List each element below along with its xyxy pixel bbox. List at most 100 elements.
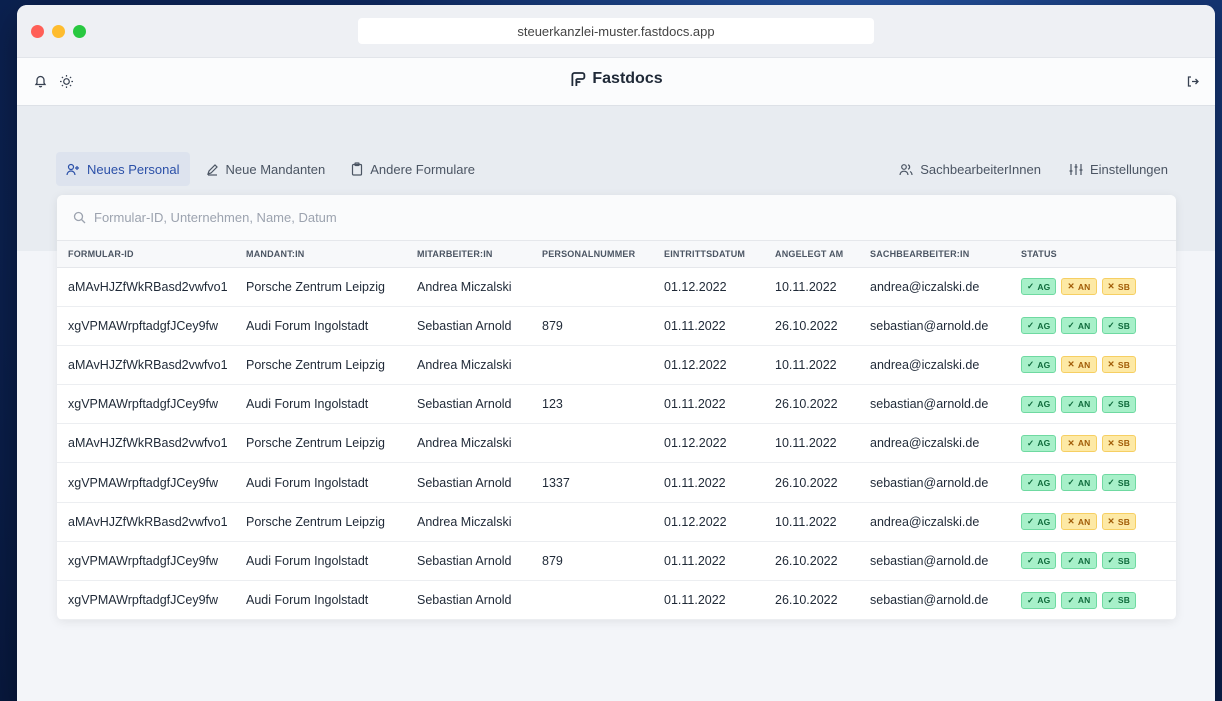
table-row[interactable]: xgVPMAWrpftadgfJCey9fw Audi Forum Ingolst…: [57, 384, 1176, 425]
address-bar[interactable]: steuerkanzlei-muster.fastdocs.app: [358, 18, 874, 44]
sachbearbeiter-cell: sebastian@arnold.de: [870, 580, 1021, 620]
column-header[interactable]: EINTRITTSDATUM: [664, 241, 775, 268]
tab-neue-mandanten[interactable]: Neue Mandanten: [196, 152, 336, 186]
status-badge-label: SB: [1117, 516, 1131, 527]
maximize-window-button[interactable]: [73, 25, 86, 38]
status-badge-sb: ✓ SB: [1101, 591, 1137, 609]
search-input[interactable]: [94, 210, 694, 225]
status-badges: ✓ AG ✕ AN ✕ SB: [1021, 434, 1176, 452]
column-header[interactable]: FORMULAR-ID: [57, 241, 246, 268]
status-badge-an: ✓ AN: [1061, 552, 1097, 570]
tab-sachbearbeiterinnen[interactable]: SachbearbeiterInnen: [889, 152, 1051, 186]
personalnummer-cell: [542, 267, 664, 307]
column-header[interactable]: SACHBEARBEITER:IN: [870, 241, 1021, 268]
logout-icon[interactable]: [1183, 72, 1201, 90]
browser-window: steuerkanzlei-muster.fastdocs.app Fastdo…: [17, 5, 1215, 701]
check-icon: ✓: [1027, 398, 1035, 409]
table-row[interactable]: xgVPMAWrpftadgfJCey9fw Audi Forum Ingolst…: [57, 306, 1176, 346]
status-badge-label: AN: [1077, 399, 1091, 410]
status-badge-ag: ✓ AG: [1021, 395, 1057, 413]
status-badge-ag: ✓ AG: [1021, 591, 1057, 609]
personalnummer-cell: [542, 502, 664, 542]
personalnummer-cell: 879: [542, 306, 664, 346]
table-row[interactable]: xgVPMAWrpftadgfJCey9fw Audi Forum Ingolst…: [57, 462, 1176, 503]
eintrittsdatum-cell: 01.12.2022: [664, 423, 775, 464]
mandant-cell: Audi Forum Ingolstadt: [246, 306, 417, 346]
admin-links: SachbearbeiterInnen Einstellungen: [889, 152, 1178, 186]
angelegt-am-cell: 26.10.2022: [775, 580, 870, 620]
status-badge-label: SB: [1117, 320, 1131, 331]
personalnummer-cell: 1337: [542, 462, 664, 503]
brand[interactable]: Fastdocs: [569, 70, 663, 88]
tab-label: Neues Personal: [87, 161, 180, 177]
sachbearbeiter-cell: sebastian@arnold.de: [870, 384, 1021, 425]
status-badge-an: ✓ AN: [1061, 591, 1097, 609]
check-icon: ✓: [1107, 555, 1115, 566]
mitarbeiter-cell: Sebastian Arnold: [417, 462, 542, 503]
table-row[interactable]: aMAvHJZfWkRBasd2vwfvo1 Porsche Zentrum Le…: [57, 345, 1176, 386]
status-badges: ✓ AG ✓ AN ✓ SB: [1021, 474, 1176, 492]
status-badge-label: AN: [1077, 595, 1091, 606]
status-badge-label: SB: [1117, 281, 1131, 292]
tab-neues-personal[interactable]: Neues Personal: [56, 152, 190, 186]
close-window-button[interactable]: [31, 25, 44, 38]
column-header[interactable]: STATUS: [1021, 241, 1176, 268]
status-badges: ✓ AG ✓ AN ✓ SB: [1021, 591, 1176, 609]
x-icon: ✕: [1107, 516, 1115, 527]
check-icon: ✓: [1067, 477, 1075, 488]
check-icon: ✓: [1027, 516, 1035, 527]
status-cell: ✓ AG ✓ AN ✓ SB: [1021, 462, 1176, 503]
formular-id-cell: aMAvHJZfWkRBasd2vwfvo1: [57, 423, 246, 464]
eintrittsdatum-cell: 01.11.2022: [664, 306, 775, 346]
angelegt-am-cell: 10.11.2022: [775, 502, 870, 542]
search-icon: [73, 211, 86, 224]
status-cell: ✓ AG ✕ AN ✕ SB: [1021, 267, 1176, 307]
column-header[interactable]: ANGELEGT AM: [775, 241, 870, 268]
check-icon: ✓: [1107, 477, 1115, 488]
tab-andere-formulare[interactable]: Andere Formulare: [341, 152, 485, 186]
angelegt-am-cell: 10.11.2022: [775, 267, 870, 307]
check-icon: ✓: [1067, 320, 1075, 331]
sun-icon[interactable]: [57, 72, 75, 90]
forms-table-card: FORMULAR-ID MANDANT:IN MITARBEITER:IN PE…: [57, 195, 1176, 620]
column-header[interactable]: MANDANT:IN: [246, 241, 417, 268]
mandant-cell: Audi Forum Ingolstadt: [246, 580, 417, 620]
tab-einstellungen[interactable]: Einstellungen: [1059, 152, 1178, 186]
status-badge-ag: ✓ AG: [1021, 356, 1057, 374]
status-badge-ag: ✓ AG: [1021, 513, 1057, 531]
status-badge-label: AG: [1037, 359, 1051, 370]
column-header[interactable]: PERSONALNUMMER: [542, 241, 664, 268]
table-row[interactable]: aMAvHJZfWkRBasd2vwfvo1 Porsche Zentrum Le…: [57, 502, 1176, 542]
table-row[interactable]: xgVPMAWrpftadgfJCey9fw Audi Forum Ingolst…: [57, 541, 1176, 582]
sachbearbeiter-cell: andrea@iczalski.de: [870, 502, 1021, 542]
status-badge-label: AG: [1037, 399, 1051, 410]
status-badge-label: AN: [1077, 438, 1091, 449]
angelegt-am-cell: 26.10.2022: [775, 384, 870, 425]
status-badge-sb: ✓ SB: [1101, 474, 1137, 492]
status-cell: ✓ AG ✕ AN ✕ SB: [1021, 502, 1176, 542]
table-row[interactable]: aMAvHJZfWkRBasd2vwfvo1 Porsche Zentrum Le…: [57, 423, 1176, 464]
status-badge-label: SB: [1117, 399, 1131, 410]
table-row[interactable]: aMAvHJZfWkRBasd2vwfvo1 Porsche Zentrum Le…: [57, 267, 1176, 307]
check-icon: ✓: [1027, 320, 1035, 331]
angelegt-am-cell: 26.10.2022: [775, 462, 870, 503]
mandant-cell: Porsche Zentrum Leipzig: [246, 502, 417, 542]
status-badges: ✓ AG ✓ AN ✓ SB: [1021, 395, 1176, 413]
status-badge-label: SB: [1117, 477, 1131, 488]
bell-icon[interactable]: [31, 72, 49, 90]
check-icon: ✓: [1027, 555, 1035, 566]
status-badge-an: ✕ AN: [1061, 513, 1097, 531]
main-content: Neues Personal Neue Mandanten Andere For…: [17, 106, 1215, 701]
status-cell: ✓ AG ✓ AN ✓ SB: [1021, 306, 1176, 346]
status-cell: ✓ AG ✓ AN ✓ SB: [1021, 541, 1176, 582]
minimize-window-button[interactable]: [52, 25, 65, 38]
mitarbeiter-cell: Sebastian Arnold: [417, 384, 542, 425]
mandant-cell: Porsche Zentrum Leipzig: [246, 267, 417, 307]
mitarbeiter-cell: Sebastian Arnold: [417, 306, 542, 346]
mitarbeiter-cell: Andrea Miczalski: [417, 345, 542, 386]
column-header[interactable]: MITARBEITER:IN: [417, 241, 542, 268]
angelegt-am-cell: 26.10.2022: [775, 306, 870, 346]
table-row[interactable]: xgVPMAWrpftadgfJCey9fw Audi Forum Ingolst…: [57, 580, 1176, 620]
tab-label: Andere Formulare: [370, 161, 476, 177]
x-icon: ✕: [1107, 437, 1115, 448]
